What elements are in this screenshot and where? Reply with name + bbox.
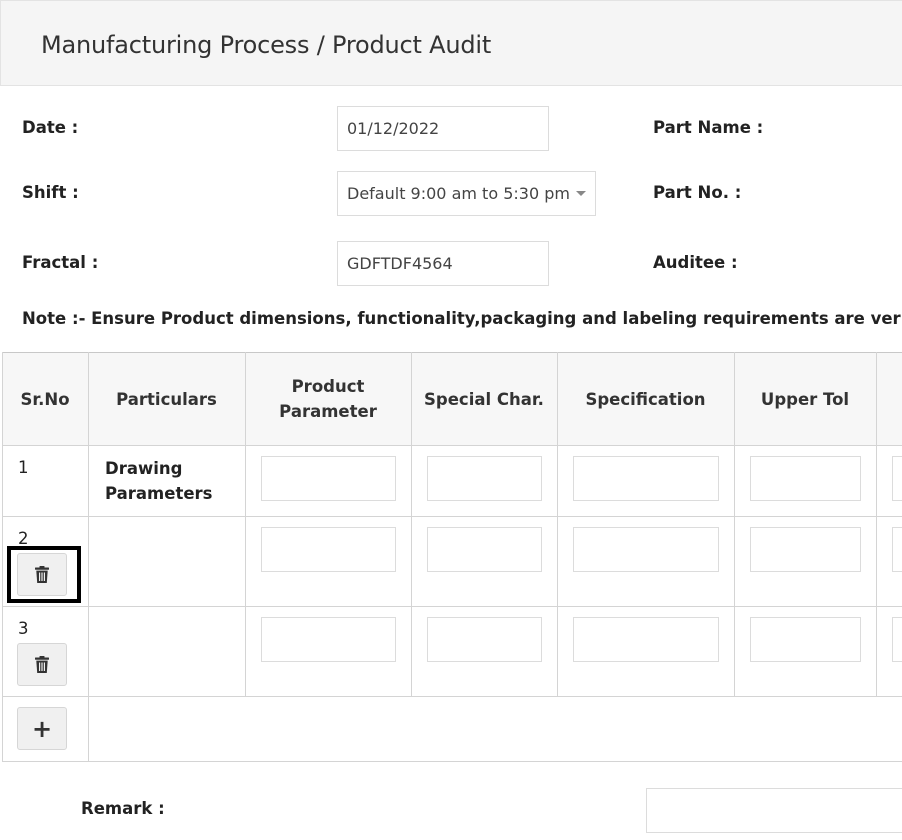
trash-icon (35, 656, 49, 673)
fractal-label: Fractal : (22, 253, 99, 272)
page-header: Manufacturing Process / Product Audit (0, 0, 902, 86)
remark-input[interactable] (646, 788, 902, 833)
row-sr-number: 3 (18, 619, 29, 638)
header-special-char: Special Char. (424, 389, 544, 409)
date-label: Date : (22, 118, 79, 137)
auditee-label: Auditee : (653, 253, 738, 272)
delete-row-button[interactable] (17, 643, 67, 686)
lower-tol-input[interactable] (892, 527, 902, 572)
row-particulars-line1: Drawing (105, 459, 183, 478)
part-no-label: Part No. : (653, 183, 742, 202)
product-parameter-input[interactable] (261, 527, 396, 572)
header-specification: Specification (585, 389, 706, 409)
row-divider (2, 696, 902, 697)
lower-tol-input[interactable] (892, 617, 902, 662)
product-parameter-input[interactable] (261, 456, 396, 501)
specification-input[interactable] (573, 617, 719, 662)
audit-page: Manufacturing Process / Product Audit Da… (0, 0, 902, 840)
special-char-input[interactable] (427, 617, 542, 662)
plus-icon: + (31, 714, 53, 743)
header-particulars: Particulars (116, 389, 217, 409)
table-border-bottom (2, 761, 902, 762)
special-char-input[interactable] (427, 456, 542, 501)
page-title: Manufacturing Process / Product Audit (41, 31, 492, 59)
product-parameter-input[interactable] (261, 617, 396, 662)
table-header-divider (2, 445, 902, 446)
date-input[interactable]: 01/12/2022 (337, 106, 549, 151)
header-product-parameter-line1: Product (291, 377, 365, 396)
lower-tol-input[interactable] (892, 456, 902, 501)
header-srno: Sr.No (20, 389, 70, 409)
specification-input[interactable] (573, 456, 719, 501)
upper-tol-input[interactable] (750, 617, 861, 662)
specification-input[interactable] (573, 527, 719, 572)
col-divider (876, 352, 877, 697)
note-text: Note :- Ensure Product dimensions, funct… (22, 309, 902, 328)
shift-select[interactable]: Default 9:00 am to 5:30 pm (337, 171, 596, 216)
shift-label: Shift : (22, 183, 79, 202)
row-divider (2, 516, 902, 517)
header-upper-tol: Upper Tol (760, 389, 850, 409)
row-particulars: Drawing Parameters (105, 456, 212, 506)
shift-select-value: Default 9:00 am to 5:30 pm (347, 184, 570, 203)
upper-tol-input[interactable] (750, 527, 861, 572)
row-divider (2, 606, 902, 607)
special-char-input[interactable] (427, 527, 542, 572)
caret-down-icon (576, 191, 586, 196)
part-name-label: Part Name : (653, 118, 764, 137)
fractal-input[interactable]: GDFTDF4564 (337, 241, 549, 286)
upper-tol-input[interactable] (750, 456, 861, 501)
header-product-parameter: Product Parameter (245, 353, 411, 445)
focus-highlight (7, 546, 81, 603)
remark-label: Remark : (81, 799, 165, 818)
add-row-button[interactable]: + (17, 707, 67, 750)
row-particulars-line2: Parameters (105, 484, 213, 503)
row-sr-number: 1 (18, 458, 29, 477)
header-product-parameter-line2: Parameter (279, 402, 377, 421)
